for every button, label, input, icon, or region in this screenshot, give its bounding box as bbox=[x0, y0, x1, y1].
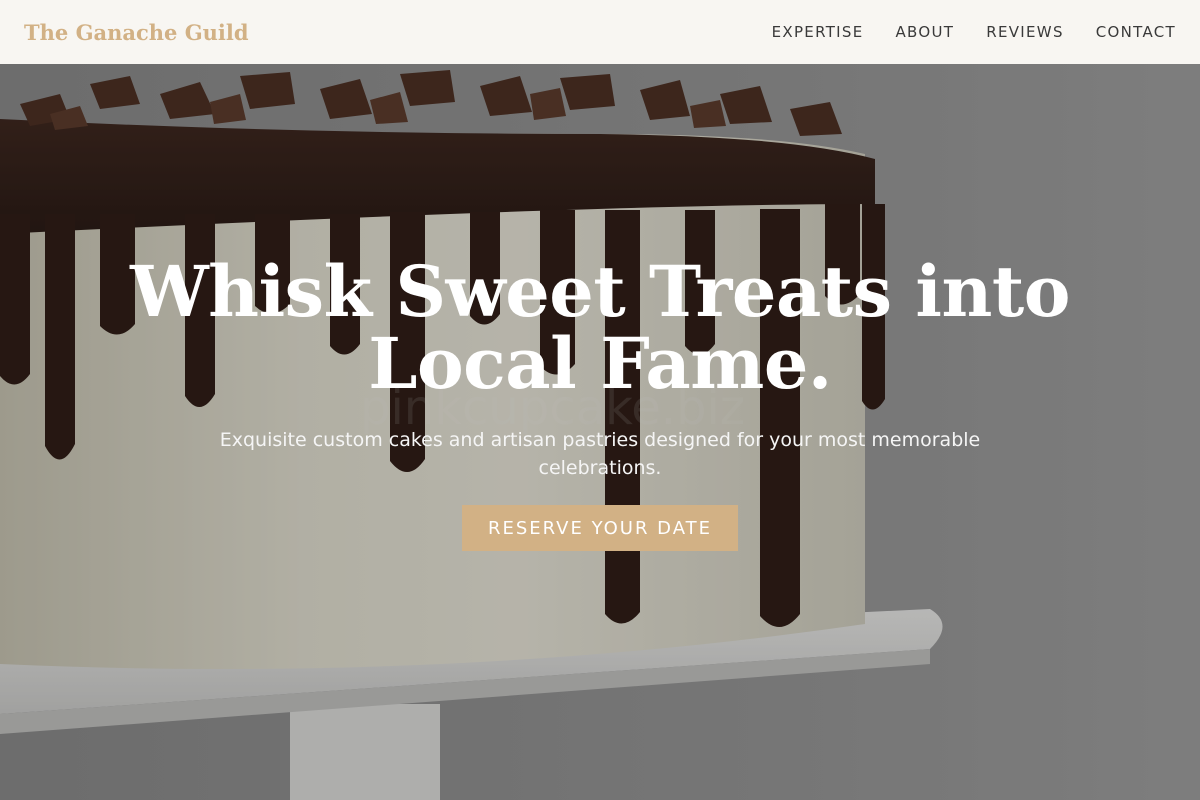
hero-title: Whisk Sweet Treats into Local Fame. bbox=[130, 250, 1070, 405]
nav-link-about[interactable]: ABOUT bbox=[896, 23, 955, 41]
nav-link-contact[interactable]: CONTACT bbox=[1096, 23, 1176, 41]
nav-link-reviews[interactable]: REVIEWS bbox=[986, 23, 1064, 41]
brand-logo[interactable]: The Ganache Guild bbox=[24, 20, 249, 45]
nav-link-expertise[interactable]: EXPERTISE bbox=[772, 23, 864, 41]
hero-content: Whisk Sweet Treats into Local Fame. Exqu… bbox=[0, 64, 1200, 800]
site-header: The Ganache Guild EXPERTISE ABOUT REVIEW… bbox=[0, 0, 1200, 64]
hero-section: pinkcupcake.biz Whisk Sweet Treats into … bbox=[0, 64, 1200, 800]
reserve-date-button[interactable]: RESERVE YOUR DATE bbox=[462, 505, 738, 551]
hero-subtitle: Exquisite custom cakes and artisan pastr… bbox=[219, 429, 981, 479]
main-nav: EXPERTISE ABOUT REVIEWS CONTACT bbox=[740, 23, 1176, 41]
